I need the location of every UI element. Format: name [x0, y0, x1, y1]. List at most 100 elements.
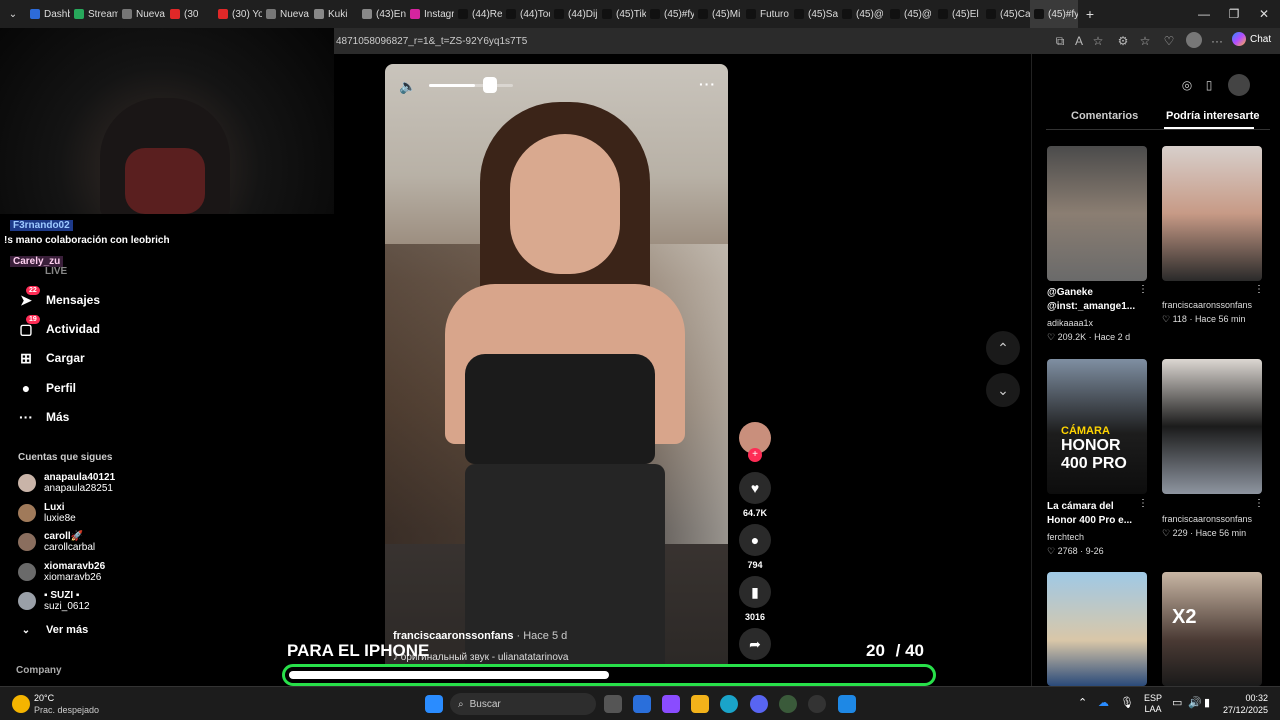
clock[interactable]: 00:32 27/12/2025: [1222, 692, 1268, 716]
volume-slider[interactable]: [429, 84, 513, 87]
like-button[interactable]: ♥ 64.7K: [738, 472, 772, 518]
card-3-author[interactable]: ferchtech: [1047, 532, 1084, 542]
card-1-title[interactable]: @Ganeke @inst:_amange1...: [1047, 286, 1137, 314]
browser-tab[interactable]: Kuki: [310, 0, 358, 28]
nav-item-perfil[interactable]: ● Perfil: [18, 380, 76, 396]
card-3-thumbnail[interactable]: CÁMARA HONOR 400 PRO: [1047, 359, 1147, 494]
onedrive-icon[interactable]: ☁: [1098, 696, 1109, 709]
browser-essentials-icon[interactable]: ♡: [1162, 34, 1176, 48]
follow-plus-icon[interactable]: +: [748, 448, 762, 462]
favorites-icon[interactable]: ☆: [1138, 34, 1152, 48]
weather-temp[interactable]: 20°C: [34, 693, 54, 703]
weather-icon[interactable]: [12, 695, 30, 713]
app-icon-green[interactable]: [779, 695, 797, 713]
followed-account[interactable]: caroll🚀 carollcarbal: [18, 531, 95, 553]
save-button[interactable]: ▮ 3016: [738, 576, 772, 622]
browser-menu-icon[interactable]: ···: [1210, 34, 1224, 48]
new-tab-button[interactable]: +: [1078, 0, 1102, 28]
speaker-icon[interactable]: 🔊: [1188, 696, 1202, 709]
company-link[interactable]: Company: [16, 665, 62, 676]
discord-icon[interactable]: [750, 695, 768, 713]
browser-tab[interactable]: Stream: [70, 0, 118, 28]
browser-tab[interactable]: (45)El: [934, 0, 982, 28]
browser-tab[interactable]: (45)Sar: [790, 0, 838, 28]
card-4-author[interactable]: franciscaaronssonfans: [1162, 514, 1252, 524]
url-text[interactable]: 4871058096827_r=1&_t=ZS-92Y6yq1s7T5: [334, 36, 527, 47]
followed-account[interactable]: xiomaravb26 xiomaravb26: [18, 561, 105, 583]
task-view-icon[interactable]: [604, 695, 622, 713]
battery-icon[interactable]: ▮: [1204, 696, 1210, 709]
tray-chevron-icon[interactable]: ⌃: [1078, 696, 1087, 709]
browser-tab[interactable]: (44)Tod: [502, 0, 550, 28]
card-1-author[interactable]: adikaaaa1x: [1047, 318, 1093, 328]
browser-tab[interactable]: (45)Ca: [982, 0, 1030, 28]
card-4-more-icon[interactable]: ⋮: [1254, 498, 1264, 509]
taskbar-search[interactable]: ⌕ Buscar: [450, 693, 596, 715]
card-1-thumbnail[interactable]: [1047, 146, 1147, 281]
microphone-icon[interactable]: 🎙: [1120, 696, 1134, 709]
browser-tab[interactable]: (45)@: [838, 0, 886, 28]
tab-comments[interactable]: Comentarios: [1071, 110, 1138, 122]
browser-tab[interactable]: (43)Enc: [358, 0, 406, 28]
browser-tab[interactable]: (44)Re: [454, 0, 502, 28]
favorite-star-icon[interactable]: ☆: [1091, 34, 1105, 48]
tab-interesting[interactable]: Podría interesarte: [1166, 110, 1260, 122]
network-icon[interactable]: ▭: [1172, 696, 1182, 709]
copilot-chat-button[interactable]: Chat: [1232, 32, 1271, 46]
browser-tab[interactable]: (45)#fy: [1030, 0, 1078, 28]
phone-icon[interactable]: ▯: [1200, 76, 1218, 94]
open-in-app-icon[interactable]: ⧉: [1053, 34, 1067, 48]
card-3-title[interactable]: La cámara del Honor 400 Pro e...: [1047, 500, 1137, 528]
tab-list-button[interactable]: ⌄: [0, 0, 26, 28]
language-indicator[interactable]: ESP LAA: [1144, 693, 1162, 715]
comment-button[interactable]: ● 794: [738, 524, 772, 570]
next-video-button[interactable]: ⌄: [986, 373, 1020, 407]
app-icon-blue[interactable]: [838, 695, 856, 713]
card-2-more-icon[interactable]: ⋮: [1254, 284, 1264, 295]
volume-icon[interactable]: 🔈: [399, 78, 416, 94]
browser-tab[interactable]: Futuro: [742, 0, 790, 28]
card-4-thumbnail[interactable]: [1162, 359, 1262, 494]
copilot-icon[interactable]: [662, 695, 680, 713]
video-player[interactable]: 🔈 ···: [385, 64, 728, 684]
volume-knob[interactable]: [483, 77, 497, 93]
followed-account[interactable]: Luxi luxie8e: [18, 502, 76, 524]
browser-tab[interactable]: Nueva: [262, 0, 310, 28]
followed-account[interactable]: anapaula40121 anapaula28251: [18, 472, 115, 494]
edge-icon[interactable]: [720, 695, 738, 713]
file-explorer-icon[interactable]: [691, 695, 709, 713]
card-6-thumbnail[interactable]: X2: [1162, 572, 1262, 686]
extensions-icon[interactable]: ⚙: [1116, 34, 1130, 48]
weather-desc[interactable]: Prac. despejado: [34, 705, 99, 715]
browser-tab[interactable]: (45)Mi: [694, 0, 742, 28]
browser-tab[interactable]: Nueva: [118, 0, 166, 28]
browser-tab[interactable]: (45)@: [886, 0, 934, 28]
browser-tab[interactable]: (45)#fy: [646, 0, 694, 28]
browser-tab[interactable]: (44)Dij: [550, 0, 598, 28]
start-icon[interactable]: [425, 695, 443, 713]
card-2-author[interactable]: franciscaaronssonfans: [1162, 300, 1252, 310]
see-more-button[interactable]: ⌄ Ver más: [18, 622, 88, 638]
card-3-more-icon[interactable]: ⋮: [1138, 498, 1148, 509]
store-icon[interactable]: [633, 695, 651, 713]
browser-tab[interactable]: Instagr: [406, 0, 454, 28]
browser-tab[interactable]: (45)Tik: [598, 0, 646, 28]
card-5-thumbnail[interactable]: [1047, 572, 1147, 686]
profile-avatar-icon[interactable]: [1186, 32, 1202, 48]
creator-avatar-button[interactable]: +: [738, 422, 772, 462]
nav-item-mensajes[interactable]: ➤ 22 Mensajes: [18, 286, 100, 308]
card-2-thumbnail[interactable]: [1162, 146, 1262, 281]
close-window-button[interactable]: ✕: [1244, 0, 1280, 28]
nav-item-actividad[interactable]: ▢ 19 Actividad: [18, 315, 100, 337]
obs-icon[interactable]: [808, 695, 826, 713]
video-more-icon[interactable]: ···: [699, 76, 716, 92]
card-1-more-icon[interactable]: ⋮: [1138, 284, 1148, 295]
browser-tab[interactable]: Dashbo: [26, 0, 70, 28]
profile-icon[interactable]: [1228, 74, 1250, 96]
followed-account[interactable]: ▪ SUZI ▪ suzi_0612: [18, 590, 90, 612]
nav-item-más[interactable]: ··· Más: [18, 409, 69, 425]
get-app-icon[interactable]: ◎: [1178, 76, 1196, 94]
nav-item-cargar[interactable]: ⊞ Cargar: [18, 350, 85, 366]
browser-tab[interactable]: (30: [166, 0, 214, 28]
previous-video-button[interactable]: ⌃: [986, 331, 1020, 365]
